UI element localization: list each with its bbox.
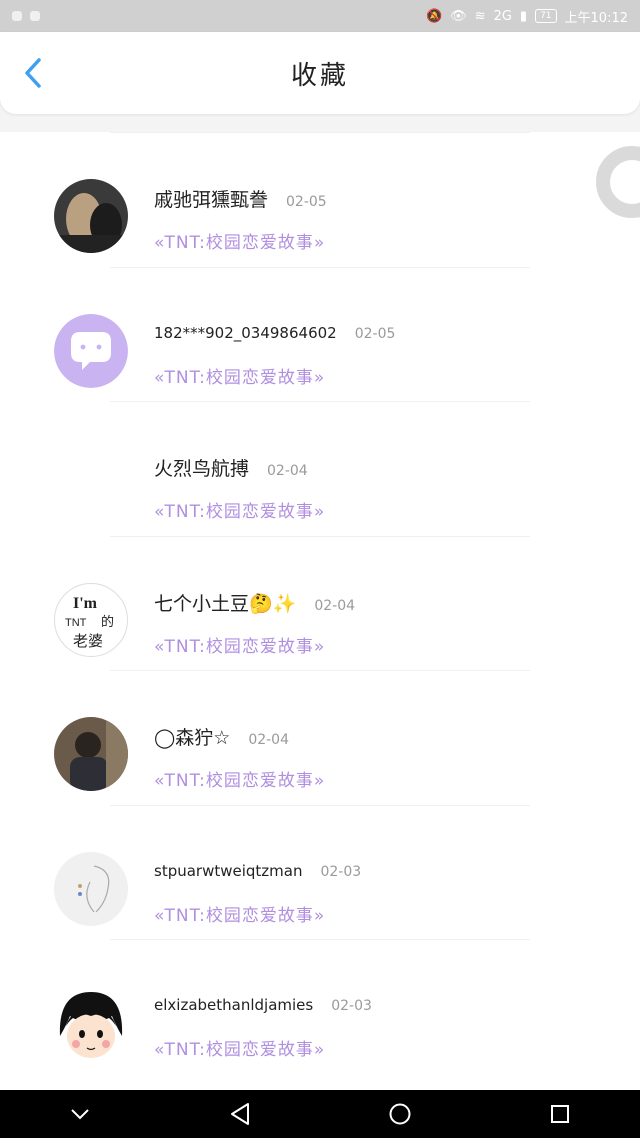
date: 02-05 xyxy=(354,325,396,342)
network-label: 2G xyxy=(493,8,512,24)
nav-home-button[interactable] xyxy=(380,1094,420,1134)
avatar[interactable]: I'm TNT 的 老婆 xyxy=(54,582,128,657)
notification-icon xyxy=(12,11,22,21)
sketch-avatar-icon xyxy=(54,851,128,926)
chat-bubble-icon xyxy=(54,313,128,388)
battery-icon: 71 xyxy=(535,9,557,23)
avatar[interactable] xyxy=(54,448,128,522)
work-link[interactable]: «TNT:校园恋爱故事» xyxy=(154,632,325,657)
date: 02-04 xyxy=(248,732,289,748)
status-right: 🔕 👁 ≋ 2G ▮ 71 上午10:12 xyxy=(426,7,628,26)
square-recents-icon xyxy=(551,1105,569,1123)
user-name: 火烈鸟航搏 02-04 xyxy=(154,454,308,481)
eye-icon: 👁 xyxy=(450,8,467,24)
user-name: 七个小土豆🤔✨ 02-04 xyxy=(154,589,355,616)
chevron-left-icon xyxy=(25,58,41,88)
user-name-text: ◯森狞☆ xyxy=(154,727,231,749)
circle-home-icon xyxy=(389,1103,411,1125)
favorites-list[interactable]: 戚驰弭獯甄誊 02-05 «TNT:校园恋爱故事» 182***902_03498… xyxy=(0,132,640,1090)
notification-icon-2 xyxy=(30,11,40,21)
wifi-icon: ≋ xyxy=(474,8,486,24)
list-item[interactable]: I'm TNT 的 老婆 七个小土豆🤔✨ 02-04 «TNT:校园恋爱故事» xyxy=(0,535,640,671)
list-item[interactable]: stpuarwtweiqtzman 02-03 «TNT:校园恋爱故事» xyxy=(0,804,640,940)
user-name: elxizabethanldjamies 02-03 xyxy=(154,996,372,1014)
page-title: 收藏 xyxy=(290,60,349,91)
list-item[interactable]: 182***902_0349864602 02-05 «TNT:校园恋爱故事» xyxy=(0,266,640,402)
user-name: 戚驰弭獯甄誊 02-05 xyxy=(154,185,327,212)
svg-text:的: 的 xyxy=(101,614,114,630)
list-item[interactable]: ◯森狞☆ 02-04 «TNT:校园恋爱故事» xyxy=(0,670,640,805)
avatar[interactable] xyxy=(54,717,128,791)
back-button[interactable] xyxy=(18,58,48,88)
nav-collapse-button[interactable] xyxy=(60,1094,100,1134)
work-link[interactable]: «TNT:校园恋爱故事» xyxy=(154,1035,325,1060)
status-bar: 🔕 👁 ≋ 2G ▮ 71 上午10:12 xyxy=(0,0,640,32)
avatar[interactable] xyxy=(54,313,128,388)
user-name-text: elxizabethanldjamies xyxy=(154,996,314,1014)
user-name-text: 182***902_0349864602 xyxy=(154,323,337,342)
date: 02-04 xyxy=(314,597,356,614)
svg-text:I'm: I'm xyxy=(73,595,98,612)
user-name: ◯森狞☆ 02-04 xyxy=(154,723,289,750)
nav-recents-button[interactable] xyxy=(540,1094,580,1134)
work-link[interactable]: «TNT:校园恋爱故事» xyxy=(154,901,325,926)
work-link[interactable]: «TNT:校园恋爱故事» xyxy=(154,363,325,388)
avatar[interactable] xyxy=(54,851,128,926)
photo-avatar-icon xyxy=(54,717,128,791)
date: 02-03 xyxy=(331,998,372,1014)
work-link[interactable]: «TNT:校园恋爱故事» xyxy=(154,497,325,522)
date: 02-05 xyxy=(286,194,327,210)
triangle-back-icon xyxy=(231,1103,249,1125)
work-link[interactable]: «TNT:校园恋爱故事» xyxy=(154,228,325,253)
list-item[interactable]: 火烈鸟航搏 02-04 «TNT:校园恋爱故事» xyxy=(0,401,640,536)
user-name: 182***902_0349864602 02-05 xyxy=(154,324,395,342)
date: 02-04 xyxy=(267,463,308,479)
svg-text:TNT: TNT xyxy=(65,617,87,629)
photo-avatar-icon xyxy=(54,179,128,253)
mute-icon: 🔕 xyxy=(425,8,443,24)
text-avatar-icon: I'm TNT 的 老婆 xyxy=(65,595,114,650)
clock: 上午10:12 xyxy=(564,10,628,26)
list-item[interactable]: elxizabethanldjamies 02-03 «TNT:校园恋爱故事» xyxy=(0,939,640,1074)
nav-back-button[interactable] xyxy=(220,1094,260,1134)
chevron-down-icon xyxy=(71,1109,89,1120)
user-name-text: 戚驰弭獯甄誊 xyxy=(154,189,269,211)
status-left xyxy=(12,11,40,21)
avatar[interactable] xyxy=(54,179,128,253)
signal-icon: ▮ xyxy=(519,8,528,24)
avatar[interactable] xyxy=(54,986,128,1060)
top-app-bar: 收藏 xyxy=(0,32,640,114)
user-name-text: 火烈鸟航搏 xyxy=(154,458,250,480)
user-name-text: 七个小土豆🤔✨ xyxy=(154,592,297,615)
date: 02-03 xyxy=(320,863,362,880)
work-link[interactable]: «TNT:校园恋爱故事» xyxy=(154,766,325,791)
cartoon-avatar-icon xyxy=(54,986,128,1060)
svg-text:老婆: 老婆 xyxy=(73,632,103,650)
system-nav-bar xyxy=(0,1090,640,1138)
user-name-text: stpuarwtweiqtzman xyxy=(154,861,303,880)
list-item[interactable]: 戚驰弭獯甄誊 02-05 «TNT:校园恋爱故事» xyxy=(0,132,640,267)
user-name: stpuarwtweiqtzman 02-03 xyxy=(154,862,361,880)
